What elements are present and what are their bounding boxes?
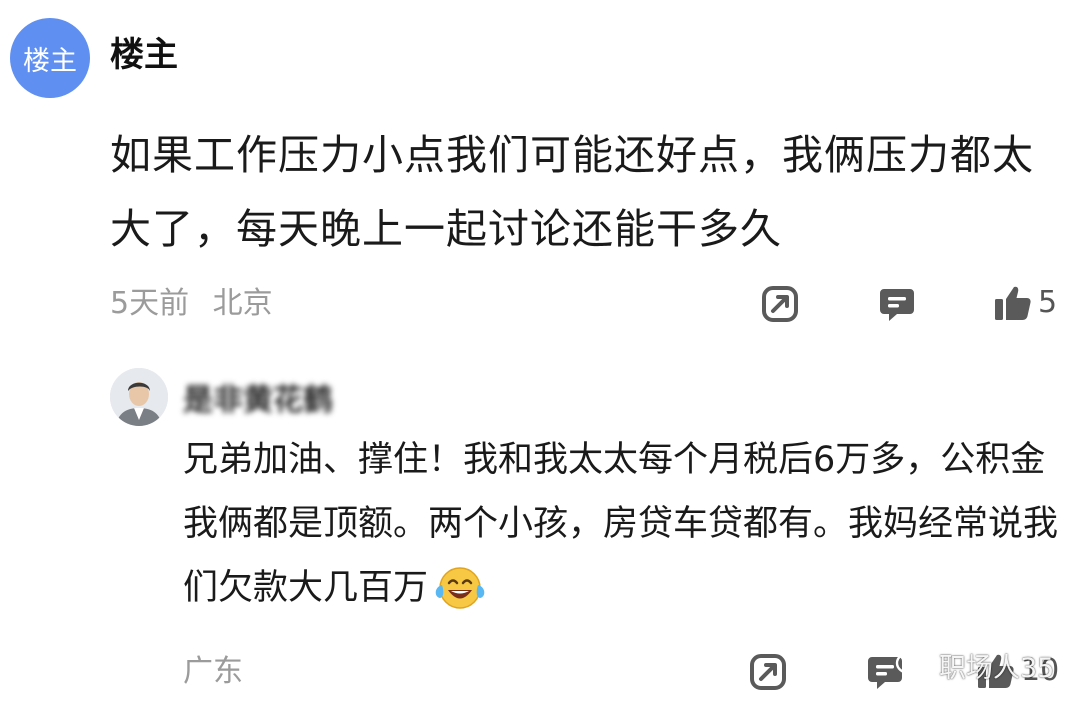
post-time: 5天前: [110, 286, 190, 321]
reply-share-button[interactable]: [748, 652, 788, 692]
comment-icon: [868, 657, 902, 689]
share-icon: [750, 654, 786, 690]
comment-button[interactable]: [877, 284, 917, 324]
post-meta: 5天前 北京: [110, 282, 273, 326]
user-avatar-icon: [110, 368, 168, 426]
op-author-name[interactable]: 楼主: [110, 30, 178, 80]
thumbs-up-icon: [978, 654, 1014, 688]
comment-icon: [880, 289, 914, 321]
post-content: 如果工作压力小点我们可能还好点，我俩压力都太大了，每天晚上一起讨论还能干多久: [110, 131, 1034, 253]
reply-location: 广东: [183, 654, 243, 689]
reply-author-name[interactable]: 是非黄花鹤: [183, 381, 333, 421]
reply-comment-button[interactable]: [865, 652, 905, 692]
reply-avatar[interactable]: [110, 368, 168, 426]
share-icon: [762, 286, 798, 322]
laughing-with-tears-emoji-icon: [432, 563, 488, 632]
reply-content: 兄弟加油、撑住！我和我太太每个月税后6万多，公积金我俩都是顶额。两个小孩，房贷车…: [183, 428, 1063, 632]
op-avatar[interactable]: 楼主: [10, 18, 90, 98]
like-button[interactable]: 5: [992, 282, 1057, 324]
reply-text: 兄弟加油、撑住！我和我太太每个月税后6万多，公积金我俩都是顶额。两个小孩，房贷车…: [183, 440, 1059, 608]
post-location: 北京: [212, 286, 273, 321]
share-button[interactable]: [760, 284, 800, 324]
thumbs-up-icon: [995, 286, 1031, 320]
reply-like-button[interactable]: 10: [975, 650, 1059, 692]
like-count: 5: [1038, 285, 1058, 320]
reply-like-count: 10: [1021, 653, 1060, 688]
